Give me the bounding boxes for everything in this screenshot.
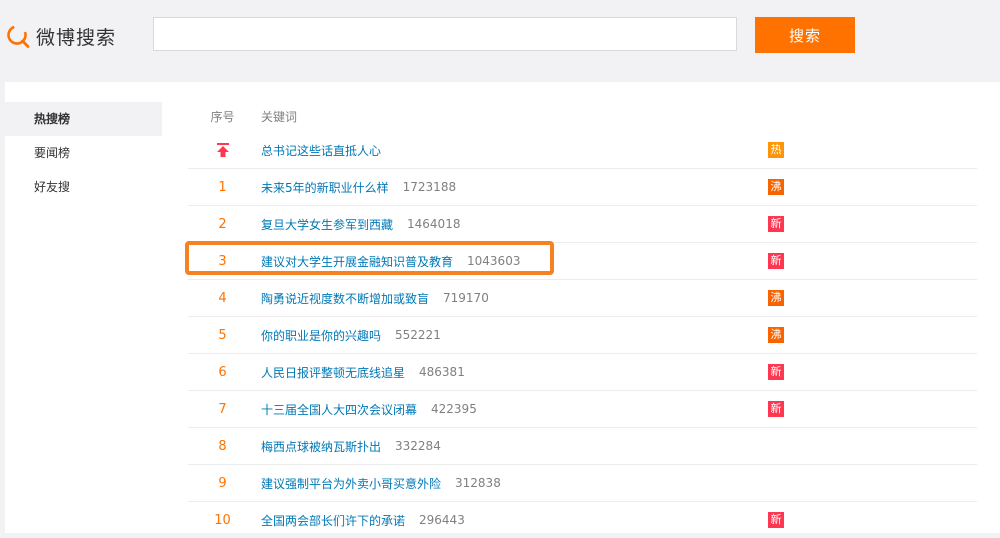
search-count: 719170 (443, 291, 489, 305)
rank-number: 8 (218, 438, 227, 454)
search-logo-icon (7, 25, 30, 48)
rank-cell (188, 132, 257, 168)
keyword-link[interactable]: 人民日报评整顿无底线追星 (261, 364, 405, 381)
search-count: 312838 (455, 476, 501, 490)
rank-cell: 3 (188, 243, 257, 279)
table-header: 序号 关键词 (188, 102, 977, 132)
tag-xin-badge: 新 (768, 216, 784, 232)
table-row: 总书记这些话直抵人心 热 (188, 132, 977, 169)
rank-number: 1 (218, 179, 227, 195)
tag-cell: 新 (768, 206, 784, 242)
table-row: 6 人民日报评整顿无底线追星 486381 新 (188, 354, 977, 391)
keyword-cell: 十三届全国人大四次会议闭幕 422395 (261, 391, 477, 427)
rank-cell: 9 (188, 465, 257, 501)
rank-cell: 4 (188, 280, 257, 316)
tag-xin-badge: 新 (768, 364, 784, 380)
sidebar-item-friends[interactable]: 好友搜 (5, 170, 162, 204)
keyword-cell: 人民日报评整顿无底线追星 486381 (261, 354, 465, 390)
tag-fei-badge: 沸 (768, 327, 784, 343)
search-count: 422395 (431, 402, 477, 416)
rank-cell: 6 (188, 354, 257, 390)
hot-search-table: 序号 关键词 总书记这些话直抵人心 热 1 未来5年的新职业什么样 1723188 沸 2 复… (188, 102, 977, 538)
search-count: 1043603 (467, 254, 521, 268)
tag-cell: 沸 (768, 280, 784, 316)
search-button[interactable]: 搜索 (755, 17, 855, 53)
header: 微博搜索 搜索 (0, 0, 1000, 75)
search-count: 1723188 (402, 180, 457, 194)
rank-cell: 1 (188, 169, 257, 205)
column-header-keyword: 关键词 (261, 110, 298, 124)
tag-xin-badge: 新 (768, 401, 784, 417)
keyword-link[interactable]: 陶勇说近视度数不断增加或致盲 (261, 290, 429, 307)
logo[interactable]: 微博搜索 (6, 22, 116, 50)
sidebar-item-news[interactable]: 要闻榜 (5, 136, 162, 170)
keyword-link[interactable]: 复旦大学女生参军到西藏 (261, 216, 393, 233)
table-row: 8 梅西点球被纳瓦斯扑出 332284 (188, 428, 977, 465)
tag-cell: 新 (768, 391, 784, 427)
rank-cell: 5 (188, 317, 257, 353)
search-count: 552221 (395, 328, 441, 342)
table-row: 9 建议强制平台为外卖小哥买意外险 312838 (188, 465, 977, 502)
logo-text: 微博搜索 (36, 26, 117, 49)
main-panel: 热搜榜 要闻榜 好友搜 序号 关键词 总书记这些话直抵人心 热 1 未来5年的新职业什… (5, 82, 1000, 533)
tag-cell: 新 (768, 243, 784, 279)
keyword-link[interactable]: 你的职业是你的兴趣吗 (261, 327, 381, 344)
rank-number: 10 (214, 512, 231, 528)
tag-xin-badge: 新 (768, 512, 784, 528)
table-row: 3 建议对大学生开展金融知识普及教育 1043603 新 (188, 243, 977, 280)
table-row: 5 你的职业是你的兴趣吗 552221 沸 (188, 317, 977, 354)
table-row: 2 复旦大学女生参军到西藏 1464018 新 (188, 206, 977, 243)
keyword-cell: 梅西点球被纳瓦斯扑出 332284 (261, 428, 441, 464)
keyword-cell: 复旦大学女生参军到西藏 1464018 (261, 206, 460, 242)
keyword-link[interactable]: 建议强制平台为外卖小哥买意外险 (261, 475, 441, 492)
keyword-cell: 总书记这些话直抵人心 (261, 132, 381, 168)
column-header-rank: 序号 (210, 110, 235, 124)
pin-top-icon (216, 143, 229, 157)
rank-cell: 8 (188, 428, 257, 464)
search-count: 486381 (419, 365, 465, 379)
tag-cell: 沸 (768, 317, 784, 353)
tag-xin-badge: 新 (768, 253, 784, 269)
keyword-link[interactable]: 全国两会部长们许下的承诺 (261, 512, 405, 529)
rank-number: 7 (218, 401, 227, 417)
rank-number: 5 (218, 327, 227, 343)
search-count: 1464018 (407, 217, 461, 231)
keyword-cell: 陶勇说近视度数不断增加或致盲 719170 (261, 280, 489, 316)
tag-fei-badge: 沸 (768, 179, 784, 195)
table-row: 1 未来5年的新职业什么样 1723188 沸 (188, 169, 977, 206)
sidebar: 热搜榜 要闻榜 好友搜 (5, 102, 162, 204)
rank-number: 9 (218, 475, 227, 491)
search-count: 332284 (395, 439, 441, 453)
search-input[interactable] (153, 17, 737, 51)
tag-cell: 新 (768, 354, 784, 390)
tag-fei-badge: 沸 (768, 290, 784, 306)
rank-number: 3 (218, 253, 227, 269)
table-row: 7 十三届全国人大四次会议闭幕 422395 新 (188, 391, 977, 428)
tag-cell: 沸 (768, 169, 784, 205)
keyword-link[interactable]: 建议对大学生开展金融知识普及教育 (261, 253, 453, 270)
keyword-link[interactable]: 梅西点球被纳瓦斯扑出 (261, 438, 381, 455)
rank-number: 4 (218, 290, 227, 306)
keyword-cell: 未来5年的新职业什么样 1723188 (261, 169, 456, 205)
tag-re-badge: 热 (768, 142, 784, 158)
keyword-cell: 建议对大学生开展金融知识普及教育 1043603 (261, 243, 520, 279)
keyword-cell: 建议强制平台为外卖小哥买意外险 312838 (261, 465, 501, 501)
search-count: 296443 (419, 513, 465, 527)
rank-number: 2 (218, 216, 227, 232)
table-body: 总书记这些话直抵人心 热 1 未来5年的新职业什么样 1723188 沸 2 复旦大学女生参军… (188, 132, 977, 538)
keyword-cell: 你的职业是你的兴趣吗 552221 (261, 317, 441, 353)
keyword-link[interactable]: 未来5年的新职业什么样 (261, 179, 389, 196)
tag-cell: 热 (768, 132, 784, 168)
rank-cell: 7 (188, 391, 257, 427)
rank-cell: 2 (188, 206, 257, 242)
rank-number: 6 (218, 364, 227, 380)
keyword-link[interactable]: 总书记这些话直抵人心 (261, 142, 381, 159)
sidebar-item-hot-search[interactable]: 热搜榜 (5, 102, 162, 136)
table-row: 4 陶勇说近视度数不断增加或致盲 719170 沸 (188, 280, 977, 317)
keyword-link[interactable]: 十三届全国人大四次会议闭幕 (261, 401, 417, 418)
